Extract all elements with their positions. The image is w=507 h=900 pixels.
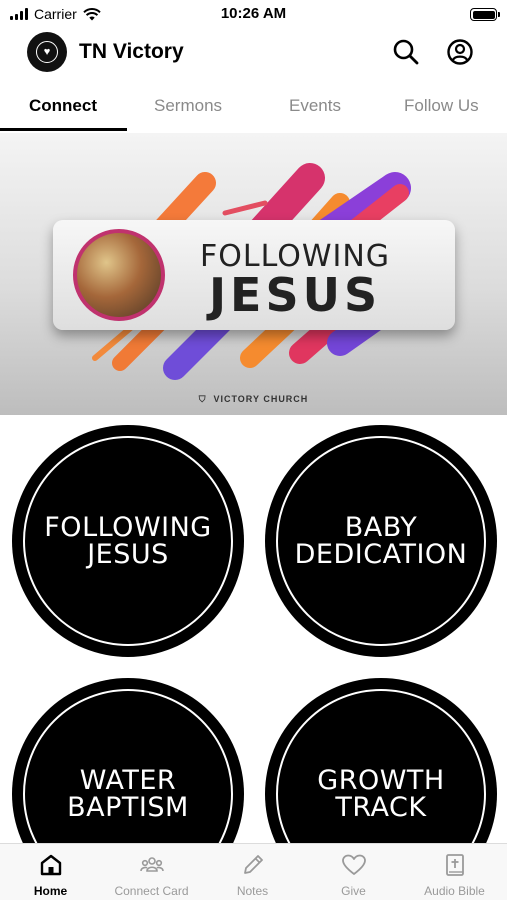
bible-icon [445,854,464,876]
tile-baby-dedication[interactable]: BABY DEDICATION [265,425,497,657]
search-button[interactable] [391,37,421,67]
tile-growth-track[interactable]: GROWTH TRACK [265,678,497,843]
connect-tiles-grid: FOLLOWING JESUS BABY DEDICATION WATER BA… [0,415,507,843]
tile-label: WATER BAPTISM [67,765,189,823]
shield-icon: ⛉ [198,394,207,404]
banner-footer-label: VICTORY CHURCH [213,394,309,404]
tile-label: BABY DEDICATION [294,512,468,570]
tab-connect[interactable]: Connect [29,96,97,116]
nav-notes[interactable]: Notes [202,844,303,900]
nav-home[interactable]: Home [0,844,101,900]
banner-card: FOLLOWING JESUS [53,220,455,330]
status-time: 10:26 AM [220,5,287,22]
app-header: ♥ TN Victory [0,28,507,78]
banner-footer: ⛉ VICTORY CHURCH [0,394,507,405]
tab-sermons[interactable]: Sermons [154,96,222,116]
nav-label: Give [341,884,366,898]
nav-give[interactable]: Give [303,844,404,900]
nav-label: Connect Card [114,884,189,898]
app-title: TN Victory [79,40,184,63]
nav-label: Notes [236,884,269,898]
tab-events[interactable]: Events [289,96,341,116]
people-icon [139,857,164,872]
tile-water-baptism[interactable]: WATER BAPTISM [12,678,244,843]
nav-connect-card[interactable]: Connect Card [101,844,202,900]
jesus-portrait-image [73,229,165,321]
account-button[interactable] [445,37,475,67]
nav-label: Audio Bible [424,884,485,898]
status-bar: Carrier 10:26 AM [0,0,507,28]
nav-label: Home [33,884,68,898]
nav-audio-bible[interactable]: Audio Bible [404,844,505,900]
banner-title: FOLLOWING JESUS [200,242,390,322]
tab-follow-us[interactable]: Follow Us [404,96,479,116]
account-icon [447,39,473,65]
featured-banner[interactable]: FOLLOWING JESUS ⛉ VICTORY CHURCH [0,133,507,415]
tile-label: FOLLOWING JESUS [44,512,212,570]
heart-icon [341,854,366,875]
pencil-icon [243,855,263,874]
church-logo-icon: ♥ [27,32,67,72]
banner-title-line2: JESUS [208,268,382,322]
search-icon [393,39,419,65]
tab-indicator [0,128,127,131]
tile-label: GROWTH TRACK [317,765,445,823]
bottom-nav: Home Connect Card Notes Give Audio Bible [0,843,507,900]
tab-bar: Connect Sermons Events Follow Us [0,88,507,132]
battery-icon [470,8,500,21]
home-icon [40,854,61,876]
tile-following-jesus[interactable]: FOLLOWING JESUS [12,425,244,657]
